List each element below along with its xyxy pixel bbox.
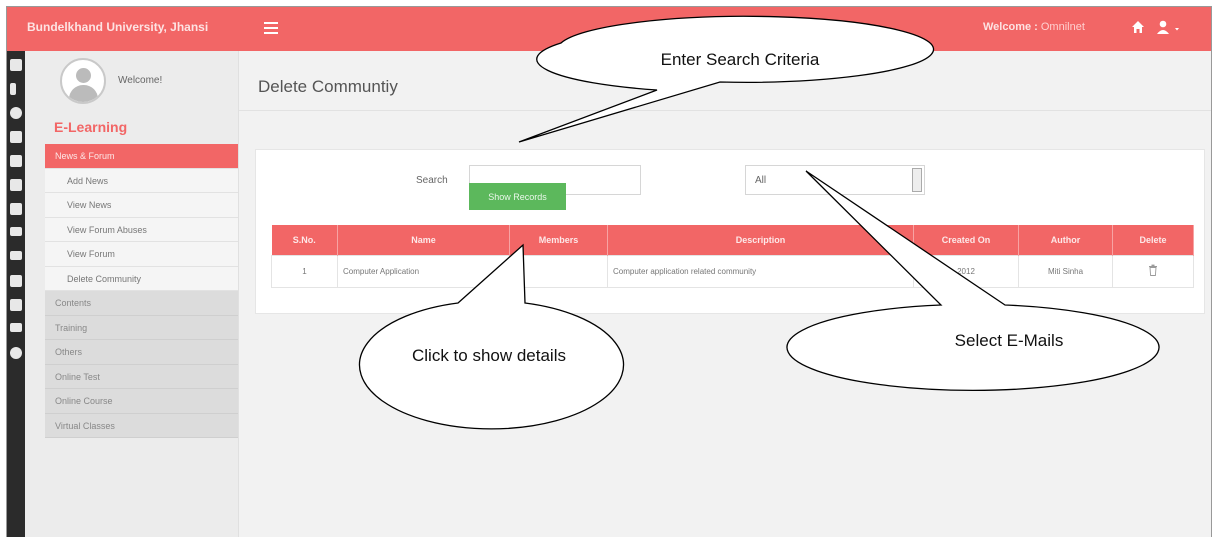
cart-rail-icon[interactable] <box>10 299 22 311</box>
profile-welcome: Welcome! <box>118 75 163 86</box>
search-label: Search <box>416 175 448 186</box>
sidebar-item-others[interactable]: Others <box>45 340 238 365</box>
info-rail-icon[interactable] <box>10 107 22 119</box>
cell-name: Computer Application <box>337 254 510 288</box>
sidebar-item-view-forum-abuses[interactable]: View Forum Abuses <box>45 217 238 242</box>
sidebar-item-training[interactable]: Training <box>45 315 238 340</box>
sidebar-item-delete-community[interactable]: Delete Community <box>45 266 238 291</box>
page-title: Delete Communtiy <box>258 77 398 96</box>
chat-rail-icon[interactable] <box>10 155 22 167</box>
document-rail-icon[interactable] <box>10 203 22 215</box>
edit-rail-icon[interactable] <box>10 179 22 191</box>
icon-rail <box>7 51 25 537</box>
sidebar-item-online-course[interactable]: Online Course <box>45 389 238 414</box>
sidebar-item-online-test[interactable]: Online Test <box>45 364 238 389</box>
cell-description: Computer application related community <box>607 254 914 288</box>
chart-rail-icon[interactable] <box>10 275 22 287</box>
chevron-down-icon[interactable] <box>912 168 922 192</box>
brand-title[interactable]: Bundelkhand University, Jhansi <box>27 20 208 34</box>
cell-sno: 1 <box>271 254 338 288</box>
column-header: Members <box>509 225 608 255</box>
callout-search-text: Enter Search Criteria <box>660 50 820 69</box>
avatar <box>60 58 106 104</box>
sidebar-item-contents[interactable]: Contents <box>45 291 238 316</box>
column-header: Author <box>1018 225 1113 255</box>
show-records-button[interactable]: Show Records <box>469 183 566 210</box>
profile-block: Welcome! <box>25 51 239 111</box>
section-title: E-Learning <box>54 119 128 135</box>
sidebar-item-news-forum[interactable]: News & Forum <box>45 144 238 169</box>
tools-rail-icon[interactable] <box>10 131 22 143</box>
select-value: All <box>755 175 767 186</box>
column-header: Description <box>607 225 914 255</box>
cell-delete <box>1112 254 1194 288</box>
user-icon[interactable] <box>1157 19 1187 35</box>
column-header: Name <box>337 225 510 255</box>
column-header: S.No. <box>271 225 338 255</box>
trash-icon[interactable] <box>1148 264 1158 276</box>
sidebar: Welcome! E-Learning News & Forum Add News… <box>25 51 239 537</box>
cell-members <box>509 254 608 288</box>
community-table: S.No. Name Members Description Created On Aut… <box>271 225 1194 288</box>
sidebar-item-view-news[interactable]: View News <box>45 193 238 218</box>
sidebar-item-view-forum[interactable]: View Forum <box>45 242 238 267</box>
welcome-text: Welcome : Omnilnet <box>983 21 1085 33</box>
user-rail-icon[interactable] <box>10 59 22 71</box>
table-row: 1 Computer Application Computer applicatio… <box>271 254 1194 288</box>
home-icon[interactable] <box>1131 20 1145 34</box>
money-rail-icon[interactable] <box>10 227 22 236</box>
sidebar-menu: News & Forum Add News View News View Forum … <box>45 144 238 438</box>
app-window: Bundelkhand University, Jhansi Welcome :… <box>6 6 1212 537</box>
sidebar-item-virtual-classes[interactable]: Virtual Classes <box>45 413 238 438</box>
column-header: Created On <box>913 225 1019 255</box>
money-rail-icon-2[interactable] <box>10 251 22 260</box>
welcome-user: Omnilnet <box>1040 21 1085 33</box>
rupee-rail-icon[interactable] <box>10 83 16 95</box>
table-header-row: S.No. Name Members Description Created On Aut… <box>271 225 1194 255</box>
divider <box>239 110 1211 111</box>
cell-created-on: 2012 <box>913 254 1019 288</box>
gear-rail-icon[interactable] <box>10 347 22 359</box>
sidebar-item-add-news[interactable]: Add News <box>45 168 238 193</box>
cell-author: Miti Sinha <box>1018 254 1113 288</box>
table-body: 1 Computer Application Computer applicatio… <box>271 254 1194 288</box>
money-rail-icon-3[interactable] <box>10 323 22 332</box>
top-bar: Bundelkhand University, Jhansi Welcome :… <box>7 7 1211 51</box>
column-header: Delete <box>1112 225 1194 255</box>
callout-show-text: Click to show details <box>411 346 566 365</box>
email-filter-select[interactable]: All <box>745 165 925 195</box>
callout-select-text: Select E-Mails <box>954 331 1064 350</box>
menu-icon[interactable] <box>264 22 278 34</box>
